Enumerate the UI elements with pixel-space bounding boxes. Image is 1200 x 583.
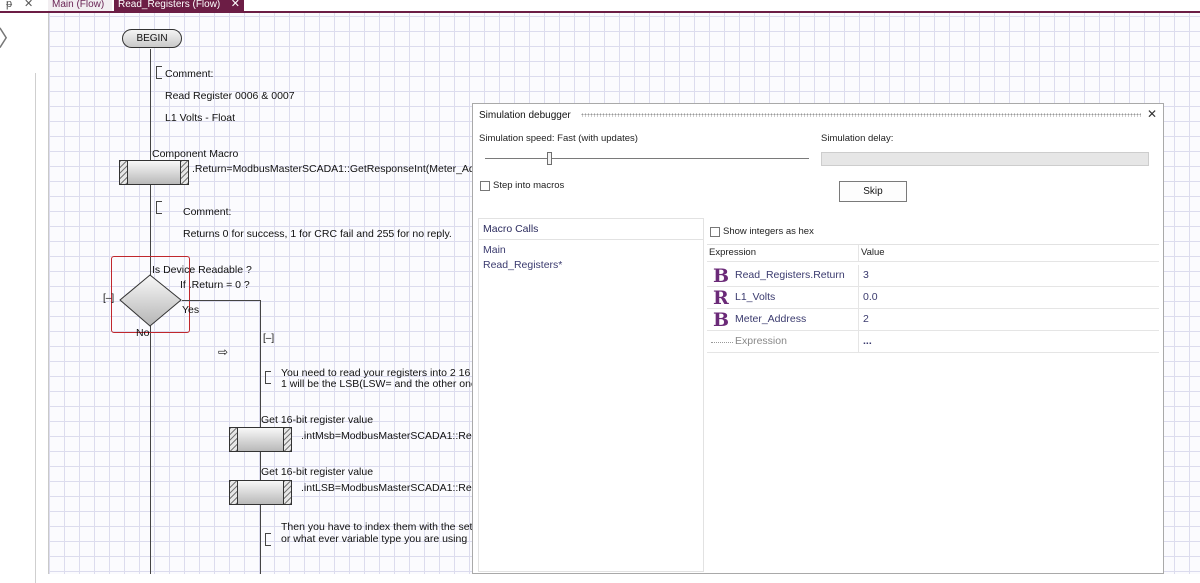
column-header-value[interactable]: Value xyxy=(859,245,1159,261)
expression-cell: B Meter_Address xyxy=(707,309,859,331)
value-cell[interactable]: 3 xyxy=(859,265,1159,286)
expression-name: Meter_Address xyxy=(735,313,807,325)
comment-text[interactable]: 1 will be the LSB(LSW= and the other one… xyxy=(281,378,489,390)
comment-label[interactable]: Comment: xyxy=(183,206,231,218)
list-item[interactable]: Read_Registers* xyxy=(479,258,703,273)
macro-call-text[interactable]: .intMsb=ModbusMasterSCADA1::ReadI xyxy=(301,430,486,442)
comment-bracket xyxy=(265,533,272,546)
comment-text[interactable]: Read Register 0006 & 0007 xyxy=(165,90,295,102)
panel-title-bar[interactable]: Simulation debugger ✕ xyxy=(473,104,1163,126)
speed-slider-thumb[interactable] xyxy=(547,152,553,165)
show-hex-label[interactable]: Show integers as hex xyxy=(723,226,814,237)
tab-label: Main (Flow) xyxy=(52,0,105,10)
document-tab-strip: ᵽ ✕ Main (Flow) Read_Registers (Flow) ✕ xyxy=(0,0,1200,13)
table-row[interactable]: R L1_Volts 0.0 xyxy=(707,287,1159,309)
bool-type-icon: B xyxy=(713,265,730,287)
comment-text[interactable]: Returns 0 for success, 1 for CRC fail an… xyxy=(183,228,452,240)
expression-cell: R L1_Volts xyxy=(707,287,859,309)
macro-title[interactable]: Get 16-bit register value xyxy=(261,414,373,426)
value-cell[interactable]: 2 xyxy=(859,309,1159,330)
expression-value: 2 xyxy=(863,313,869,325)
skip-button[interactable]: Skip xyxy=(839,181,907,202)
watch-table: Expression Value B Read_Registers.Return… xyxy=(707,244,1159,572)
comment-text[interactable]: or what ever variable type you are using xyxy=(281,533,467,545)
expression-name: L1_Volts xyxy=(735,291,776,303)
collapse-toggle[interactable]: [–] xyxy=(263,333,274,344)
step-into-checkbox[interactable] xyxy=(480,181,490,191)
speed-label: Simulation speed: Fast (with updates) xyxy=(479,133,638,144)
macro-calls-header: Macro Calls xyxy=(479,219,703,240)
component-macro-block[interactable] xyxy=(119,160,189,185)
panel-title: Simulation debugger xyxy=(479,110,571,121)
begin-node[interactable]: BEGIN xyxy=(122,29,182,48)
macro-call-text[interactable]: .intLSB=ModbusMasterSCADA1::ReadI xyxy=(301,482,486,494)
drag-grip[interactable] xyxy=(581,113,1141,117)
macro-hatch xyxy=(180,161,188,184)
tab-close-icon[interactable]: ✕ xyxy=(231,0,240,10)
component-macro-block[interactable] xyxy=(229,480,292,505)
comment-bracket xyxy=(265,371,272,384)
real-type-icon: R xyxy=(713,287,729,309)
show-hex-checkbox[interactable] xyxy=(710,227,720,237)
decision-no-label: No xyxy=(136,327,150,339)
close-icon[interactable]: ✕ xyxy=(1147,107,1157,121)
macro-hatch xyxy=(283,428,291,451)
expression-cell: B Read_Registers.Return xyxy=(707,265,859,287)
new-expression-placeholder: Expression xyxy=(735,335,787,347)
macro-hatch xyxy=(120,161,128,184)
pin-icon[interactable]: ᵽ xyxy=(6,0,12,10)
macro-calls-list[interactable]: Macro Calls Main Read_Registers* xyxy=(478,218,704,572)
decision-condition[interactable]: If .Return = 0 ? xyxy=(180,279,250,291)
panel-divider xyxy=(35,73,36,583)
comment-text[interactable]: L1 Volts - Float xyxy=(165,112,235,124)
expression-name: Read_Registers.Return xyxy=(735,269,845,281)
macro-title[interactable]: Get 16-bit register value xyxy=(261,466,373,478)
decision-yes-label: Yes xyxy=(182,304,200,316)
comment-label[interactable]: Comment: xyxy=(165,68,213,80)
left-panel-gutter: 〉 xyxy=(0,13,36,583)
value-cell[interactable]: ... xyxy=(859,331,1159,352)
tab-main-flow[interactable]: Main (Flow) xyxy=(48,0,112,11)
comment-text[interactable]: Then you have to index them with the set… xyxy=(281,521,488,533)
column-header-expression[interactable]: Expression xyxy=(707,245,859,261)
table-row[interactable]: B Meter_Address 2 xyxy=(707,309,1159,331)
step-into-label[interactable]: Step into macros xyxy=(493,180,564,191)
new-expression-value: ... xyxy=(863,335,872,347)
delay-slider[interactable] xyxy=(821,152,1149,166)
expression-value: 0.0 xyxy=(863,291,878,303)
placeholder-dots xyxy=(711,342,733,343)
tab-label: Read_Registers (Flow) xyxy=(118,0,221,10)
macro-call-text[interactable]: .Return=ModbusMasterSCADA1::GetResponseI… xyxy=(192,163,495,175)
expression-value: 3 xyxy=(863,269,869,281)
table-header-row: Expression Value xyxy=(707,245,1159,262)
bool-type-icon: B xyxy=(713,309,730,331)
new-expression-row[interactable]: Expression ... xyxy=(707,331,1159,353)
speed-slider-track[interactable] xyxy=(485,158,809,159)
macro-hatch xyxy=(230,428,238,451)
comment-bracket xyxy=(156,201,163,214)
chevron-right-icon[interactable]: 〉 xyxy=(0,28,20,50)
yes-branch-line xyxy=(182,300,261,301)
delay-label: Simulation delay: xyxy=(821,133,894,144)
comment-bracket xyxy=(156,66,163,79)
expression-cell[interactable]: Expression xyxy=(707,331,859,352)
macro-hatch xyxy=(283,481,291,504)
component-macro-block[interactable] xyxy=(229,427,292,452)
collapse-toggle[interactable]: [–] xyxy=(103,293,114,304)
value-cell[interactable]: 0.0 xyxy=(859,287,1159,308)
table-row[interactable]: B Read_Registers.Return 3 xyxy=(707,265,1159,287)
tab-read-registers-flow[interactable]: Read_Registers (Flow) ✕ xyxy=(114,0,244,11)
macro-hatch xyxy=(230,481,238,504)
selection-highlight xyxy=(111,256,190,333)
close-icon[interactable]: ✕ xyxy=(24,0,33,10)
simulation-debugger-panel[interactable]: Simulation debugger ✕ Simulation speed: … xyxy=(472,103,1164,574)
macro-title[interactable]: Component Macro xyxy=(152,148,238,160)
list-item[interactable]: Main xyxy=(479,243,703,258)
arrow-right-icon: ⇨ xyxy=(218,345,229,359)
